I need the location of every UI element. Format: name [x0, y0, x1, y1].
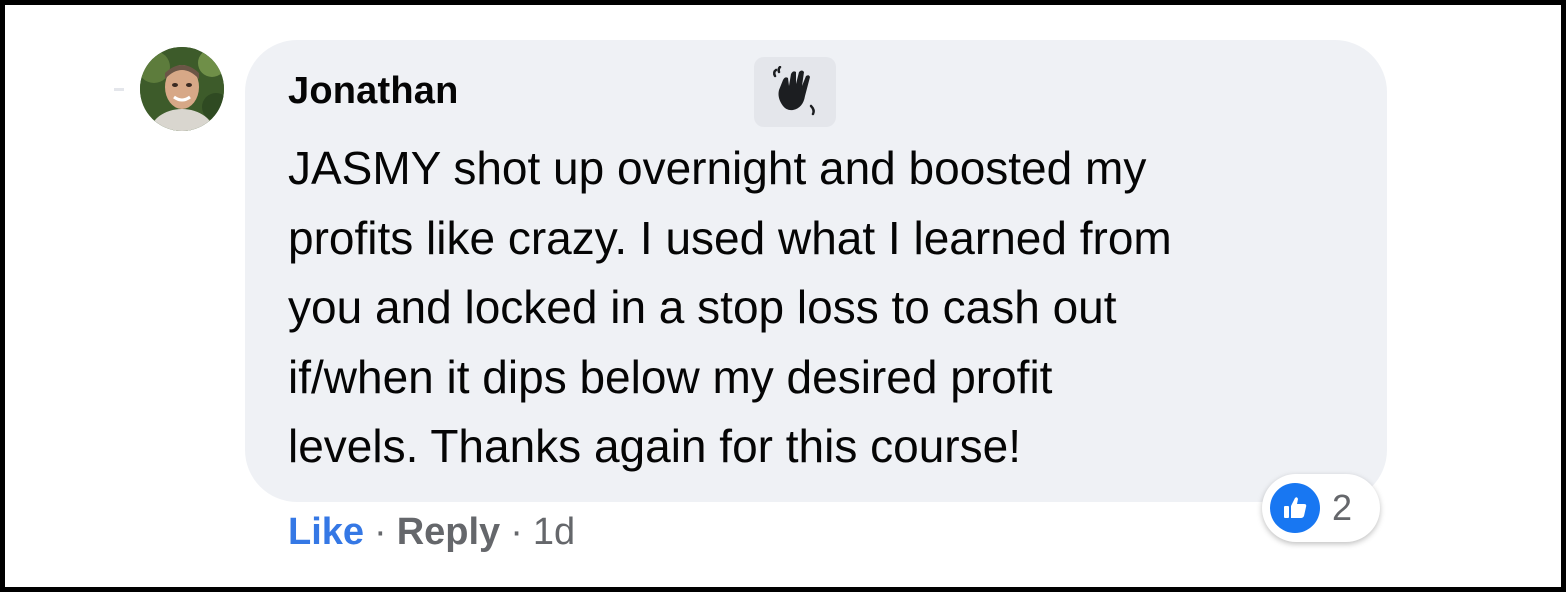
avatar[interactable] [140, 47, 224, 131]
thumbs-up-icon [1270, 483, 1320, 533]
comment-body: JASMY shot up overnight and boosted my p… [288, 134, 1358, 482]
comment-line: JASMY shot up overnight and boosted my [288, 142, 1147, 194]
waving-hand-icon [772, 66, 815, 116]
comment-line: levels. Thanks again for this course! [288, 420, 1021, 472]
reactions-summary[interactable]: 2 [1262, 474, 1380, 542]
comment-line: you and locked in a stop loss to cash ou… [288, 281, 1117, 333]
waving-hand-badge [754, 57, 836, 127]
avatar-photo [140, 47, 224, 131]
comment-line: profits like crazy. I used what I learne… [288, 211, 1172, 264]
reaction-count: 2 [1332, 487, 1353, 528]
reply-button[interactable]: Reply [397, 511, 500, 554]
like-button[interactable]: Like [288, 511, 364, 554]
comment-actions: Like · Reply · 1d [288, 511, 575, 554]
comment-author[interactable]: Jonathan [288, 70, 459, 113]
separator-dot: · [510, 511, 523, 553]
thread-line [114, 88, 124, 91]
timestamp[interactable]: 1d [533, 511, 575, 554]
comment-line: if/when it dips below my desired profit [288, 350, 1053, 403]
separator-dot: · [374, 511, 387, 553]
